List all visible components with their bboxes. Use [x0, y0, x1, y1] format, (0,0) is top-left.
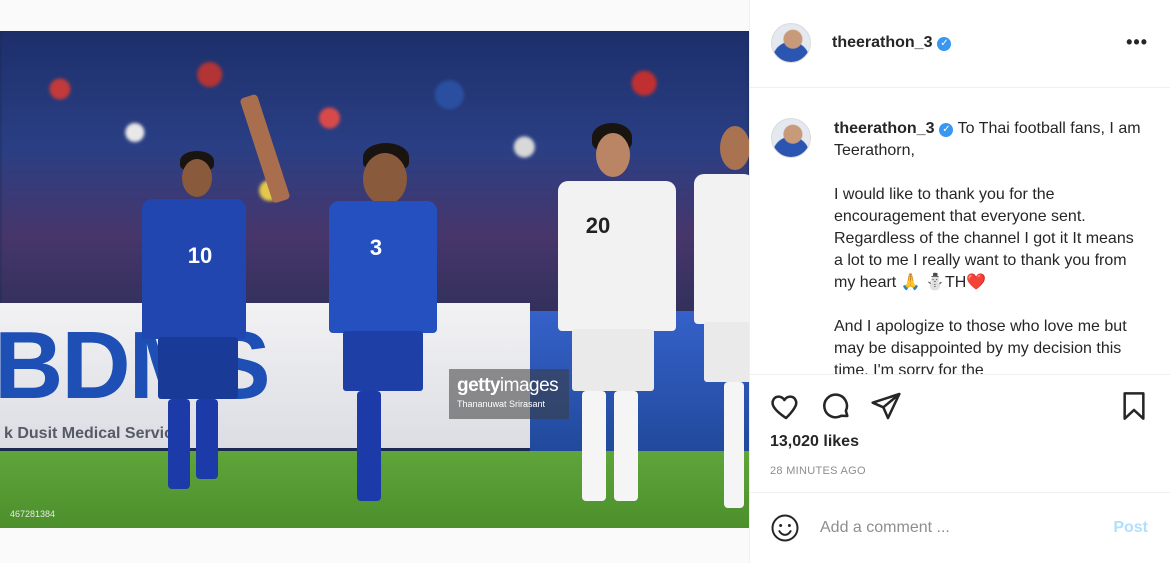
caption-username[interactable]: theerathon_3	[834, 120, 934, 137]
emoji-icon[interactable]	[770, 513, 800, 543]
more-options-icon[interactable]: •••	[1126, 32, 1148, 53]
post-photo[interactable]: BDMS k Dusit Medical Services 10 3 20 ge…	[0, 31, 749, 528]
player-number: 3	[369, 235, 383, 260]
post-actions: 13,020 likes 28 MINUTES AGO	[750, 374, 1170, 492]
heart-icon[interactable]	[770, 390, 802, 422]
post-comment-button[interactable]: Post	[1113, 519, 1148, 537]
watermark-credit: Thananuwat Srirasant	[457, 399, 546, 409]
caption-paragraph: And I apologize to those who love me but…	[834, 318, 1127, 374]
bookmark-icon[interactable]	[1118, 390, 1150, 422]
getty-watermark: gettyimages Thananuwat Srirasant	[449, 369, 569, 419]
verified-badge-icon: ✓	[937, 37, 952, 51]
player-number: 20	[585, 213, 611, 238]
post-timestamp[interactable]: 28 MINUTES AGO	[770, 465, 866, 477]
header-username[interactable]: theerathon_3	[832, 34, 932, 51]
player-blue-10: 10	[128, 151, 248, 506]
caption-text: theerathon_3 ✓ To Thai football fans, I a…	[834, 118, 1144, 374]
avatar[interactable]	[771, 23, 811, 63]
caption-area: theerathon_3 ✓ To Thai football fans, I a…	[750, 89, 1170, 374]
watermark-brand-light: images	[499, 375, 559, 396]
player-number: 10	[187, 243, 213, 268]
header-username-row: theerathon_3 ✓	[832, 34, 952, 52]
watermark-brand-bold: getty	[457, 375, 500, 396]
post-header: theerathon_3 ✓ •••	[750, 0, 1170, 88]
verified-badge-icon: ✓	[939, 123, 954, 137]
comment-bar: Post	[750, 492, 1170, 563]
caption-paragraph: I would like to thank you for the encour…	[834, 186, 1134, 291]
instagram-post: BDMS k Dusit Medical Services 10 3 20 ge…	[0, 0, 1170, 563]
player-blue-3: 3	[239, 91, 465, 521]
post-side-panel: theerathon_3 ✓ ••• theerathon_3 ✓ To Thai …	[749, 0, 1170, 563]
share-icon[interactable]	[870, 390, 902, 422]
player-white-partial	[690, 126, 749, 516]
comment-icon[interactable]	[820, 390, 852, 422]
likes-count[interactable]: 13,020 likes	[770, 433, 859, 451]
player-white-20: 20	[548, 123, 688, 515]
comment-input[interactable]	[820, 515, 1090, 541]
avatar[interactable]	[771, 118, 811, 158]
image-id: 467281384	[10, 509, 56, 519]
